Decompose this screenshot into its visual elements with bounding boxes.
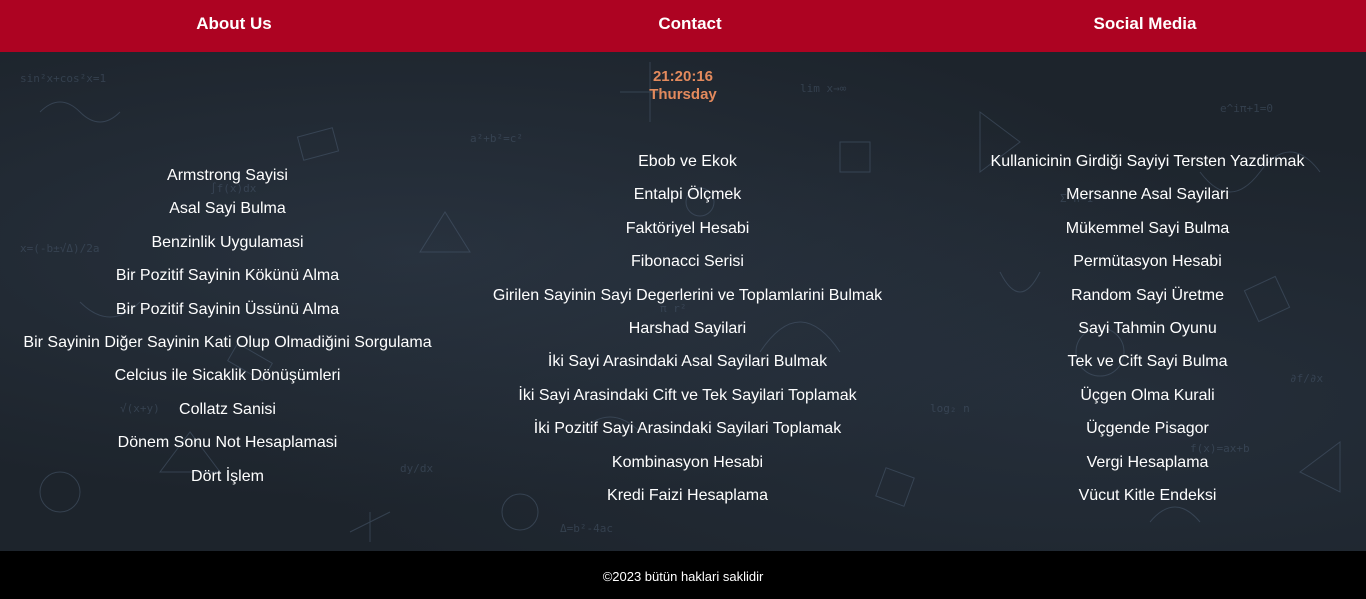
list-item-link[interactable]: Permütasyon Hesabi [920, 245, 1366, 278]
list-item-link[interactable]: Mersanne Asal Sayilari [920, 178, 1366, 211]
clock-display: 21:20:16 Thursday [583, 68, 783, 104]
list-item-link[interactable]: Collatz Sanisi [0, 393, 455, 426]
list-item-link[interactable]: Benzinlik Uygulamasi [0, 226, 455, 259]
svg-text:Δ=b²-4ac: Δ=b²-4ac [560, 522, 613, 535]
svg-text:sin²x+cos²x=1: sin²x+cos²x=1 [20, 72, 106, 85]
list-item-link[interactable]: Sayi Tahmin Oyunu [920, 312, 1366, 345]
list-item-link[interactable]: Üçgende Pisagor [920, 412, 1366, 445]
footer: ©2023 bütün haklari saklidir [0, 551, 1366, 599]
list-item-link[interactable]: Vücut Kitle Endeksi [920, 479, 1366, 512]
svg-text:e^iπ+1=0: e^iπ+1=0 [1220, 102, 1273, 115]
list-item-link[interactable]: Girilen Sayinin Sayi Degerlerini ve Topl… [455, 279, 920, 312]
svg-text:a²+b²=c²: a²+b²=c² [470, 132, 523, 145]
list-item-link[interactable]: Fibonacci Serisi [455, 245, 920, 278]
list-item-link[interactable]: Random Sayi Üretme [920, 279, 1366, 312]
link-column-right: Kullanicinin Girdiği Sayiyi Tersten Yazd… [920, 145, 1366, 512]
list-item-link[interactable]: Mükemmel Sayi Bulma [920, 212, 1366, 245]
top-navigation-bar: About Us Contact Social Media [0, 0, 1366, 52]
list-item-link[interactable]: Dönem Sonu Not Hesaplamasi [0, 426, 455, 459]
svg-text:lim x→∞: lim x→∞ [800, 82, 847, 95]
list-item-link[interactable]: Bir Pozitif Sayinin Üssünü Alma [0, 293, 455, 326]
list-item-link[interactable]: Kombinasyon Hesabi [455, 446, 920, 479]
link-column-middle: Ebob ve Ekok Entalpi Ölçmek Faktöriyel H… [455, 145, 920, 512]
list-item-link[interactable]: Tek ve Cift Sayi Bulma [920, 345, 1366, 378]
list-item-link[interactable]: İki Sayi Arasindaki Asal Sayilari Bulmak [455, 345, 920, 378]
list-item-link[interactable]: Bir Pozitif Sayinin Kökünü Alma [0, 259, 455, 292]
list-item-link[interactable]: Üçgen Olma Kurali [920, 379, 1366, 412]
list-item-link[interactable]: Bir Sayinin Diğer Sayinin Kati Olup Olma… [0, 326, 455, 359]
clock-time: 21:20:16 [652, 68, 714, 85]
list-item-link[interactable]: Asal Sayi Bulma [0, 192, 455, 225]
main-content: sin²x+cos²x=1 ∫f(x)dx a²+b²=c² lim x→∞ Σ… [0, 52, 1366, 551]
list-item-link[interactable]: Faktöriyel Hesabi [455, 212, 920, 245]
list-item-link[interactable]: Celcius ile Sicaklik Dönüşümleri [0, 359, 455, 392]
link-column-left: Armstrong Sayisi Asal Sayi Bulma Benzinl… [0, 159, 455, 493]
list-item-link[interactable]: Dört İşlem [0, 460, 455, 493]
list-item-link[interactable]: Vergi Hesaplama [920, 446, 1366, 479]
list-item-link[interactable]: Entalpi Ölçmek [455, 178, 920, 211]
list-item-link[interactable]: Kullanicinin Girdiği Sayiyi Tersten Yazd… [920, 145, 1366, 178]
nav-contact[interactable]: Contact [590, 0, 790, 52]
clock-day: Thursday [649, 86, 717, 103]
list-item-link[interactable]: Harshad Sayilari [455, 312, 920, 345]
list-item-link[interactable]: İki Pozitif Sayi Arasindaki Sayilari Top… [455, 412, 920, 445]
nav-about-us[interactable]: About Us [134, 0, 334, 52]
nav-social-media[interactable]: Social Media [1045, 0, 1245, 52]
copyright-text: ©2023 bütün haklari saklidir [602, 569, 764, 584]
list-item-link[interactable]: Ebob ve Ekok [455, 145, 920, 178]
list-item-link[interactable]: Kredi Faizi Hesaplama [455, 479, 920, 512]
list-item-link[interactable]: Armstrong Sayisi [0, 159, 455, 192]
list-item-link[interactable]: İki Sayi Arasindaki Cift ve Tek Sayilari… [455, 379, 920, 412]
